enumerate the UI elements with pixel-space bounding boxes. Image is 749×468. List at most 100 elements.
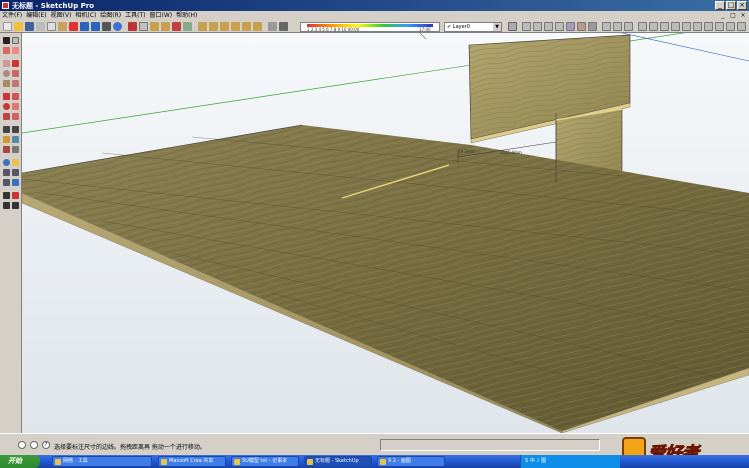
style-monochrome-icon[interactable]: [588, 22, 597, 31]
viewport-3d[interactable]: 19 2mm 2041 4mm: [22, 33, 749, 433]
text-icon[interactable]: [12, 136, 19, 143]
menu-draw[interactable]: 绘图(R): [100, 11, 121, 21]
section-tool-icon[interactable]: [12, 202, 19, 209]
entity-info-icon[interactable]: [704, 22, 713, 31]
doc-minimize-button[interactable]: _: [719, 12, 727, 20]
doc-restore-button[interactable]: □: [729, 12, 737, 20]
walk-icon[interactable]: [3, 202, 10, 209]
menu-window[interactable]: 窗口(W): [150, 11, 173, 21]
menu-edit[interactable]: 编辑(E): [26, 11, 46, 21]
axes-icon[interactable]: [3, 146, 10, 153]
style-hidden-line-icon[interactable]: [555, 22, 564, 31]
doc-close-button[interactable]: ×: [739, 12, 747, 20]
left-view-icon[interactable]: [253, 22, 262, 31]
zoom-extents-tool-icon[interactable]: [3, 179, 10, 186]
menu-help[interactable]: 帮助(H): [176, 11, 197, 21]
taskbar-item-maxsoft[interactable]: Maxsoft Crea 共享: [158, 456, 226, 467]
eraser-icon[interactable]: [12, 47, 19, 54]
tape-measure-icon[interactable]: [3, 126, 10, 133]
line-pencil-icon[interactable]: [12, 60, 19, 67]
pan-hand-icon[interactable]: [12, 159, 19, 166]
move-icon[interactable]: [3, 93, 10, 100]
polygon-icon[interactable]: [3, 80, 10, 87]
geo-location-icon[interactable]: [18, 441, 26, 449]
scenes-icon[interactable]: [671, 22, 680, 31]
style-textured-icon[interactable]: [577, 22, 586, 31]
materials-icon[interactable]: [649, 22, 658, 31]
close-button[interactable]: ×: [737, 1, 747, 10]
menu-view[interactable]: 视图(V): [51, 11, 72, 21]
offset-icon[interactable]: [12, 113, 19, 120]
follow-me-icon[interactable]: [12, 103, 19, 110]
print-icon[interactable]: [102, 22, 111, 31]
make-component-icon[interactable]: [12, 37, 19, 44]
back-view-icon[interactable]: [242, 22, 251, 31]
dimension-label-width[interactable]: 19 2mm: [458, 149, 475, 154]
layer-dropdown[interactable]: ✔ Layer0 ▼: [444, 22, 502, 32]
scale-icon[interactable]: [3, 113, 10, 120]
model-info-icon[interactable]: [113, 22, 122, 31]
section-cut-icon[interactable]: [624, 22, 633, 31]
taskbar-item-notepad[interactable]: SU模型 txt - 记事本: [231, 456, 299, 467]
rectangle-icon[interactable]: [3, 60, 10, 67]
zoom-window-icon[interactable]: [161, 22, 170, 31]
cut-icon[interactable]: [36, 22, 45, 31]
menu-file[interactable]: 文件(F): [2, 11, 22, 21]
dimension-label-length[interactable]: 2041 4mm: [500, 150, 522, 155]
style-backedges-icon[interactable]: [533, 22, 542, 31]
section-plane-icon[interactable]: [602, 22, 611, 31]
pan-icon[interactable]: [139, 22, 148, 31]
outliner-icon[interactable]: [660, 22, 669, 31]
select-arrow-icon[interactable]: [3, 37, 10, 44]
open-folder-icon[interactable]: [14, 22, 23, 31]
taskbar-item-sketchup[interactable]: 无标题 - SketchUp: [304, 456, 372, 467]
system-tray[interactable]: S 中 ♪ 图: [520, 455, 620, 468]
sketchup-app-icon[interactable]: [2, 2, 9, 9]
redo-icon[interactable]: [91, 22, 100, 31]
zoom-extents-icon[interactable]: [172, 22, 181, 31]
menu-tools[interactable]: 工具(T): [125, 11, 145, 21]
push-pull-icon[interactable]: [12, 93, 19, 100]
scene-canvas[interactable]: [22, 33, 749, 433]
match-photo-icon[interactable]: [715, 22, 724, 31]
new-file-icon[interactable]: [3, 22, 12, 31]
rotate-icon[interactable]: [3, 103, 10, 110]
layer-manager-icon[interactable]: [508, 22, 517, 31]
display-section-icon[interactable]: [613, 22, 622, 31]
zoom-window-tool-icon[interactable]: [12, 169, 19, 176]
style-shaded-icon[interactable]: [566, 22, 575, 31]
previous-view-icon[interactable]: [183, 22, 192, 31]
taskbar-item-paint[interactable]: 9 2 - 画图: [377, 456, 445, 467]
fog-icon[interactable]: [682, 22, 691, 31]
soften-edges-icon[interactable]: [693, 22, 702, 31]
copy-icon[interactable]: [47, 22, 56, 31]
taskbar-item-network[interactable]: 网络 · 工具: [52, 456, 152, 467]
freehand-icon[interactable]: [12, 80, 19, 87]
protractor-icon[interactable]: [3, 136, 10, 143]
undo-icon[interactable]: [80, 22, 89, 31]
erase-icon[interactable]: [69, 22, 78, 31]
dimension-icon[interactable]: [12, 126, 19, 133]
orbit-tool-icon[interactable]: [3, 159, 10, 166]
previous-tool-icon[interactable]: [12, 179, 19, 186]
orbit-icon[interactable]: [128, 22, 137, 31]
maximize-button[interactable]: □: [726, 1, 736, 10]
minimize-button[interactable]: _: [715, 1, 725, 10]
component-icon[interactable]: [638, 22, 647, 31]
paste-icon[interactable]: [58, 22, 67, 31]
measurements-box[interactable]: [380, 439, 600, 451]
menu-camera[interactable]: 相机(C): [75, 11, 96, 21]
circle-icon[interactable]: [3, 70, 10, 77]
zoom-icon[interactable]: [150, 22, 159, 31]
help-question-icon[interactable]: ?: [42, 441, 50, 449]
shadow-time-slider[interactable]: 1 2 3 4 5 6 7 8 9 10 00:00 17:00: [300, 22, 440, 32]
right-view-icon[interactable]: [231, 22, 240, 31]
arc-icon[interactable]: [12, 70, 19, 77]
xray-icon[interactable]: [268, 22, 277, 31]
paint-bucket-icon[interactable]: [3, 47, 10, 54]
start-button[interactable]: 开始: [0, 455, 40, 468]
look-around-icon[interactable]: [12, 192, 19, 199]
iso-view-icon[interactable]: [198, 22, 207, 31]
front-view-icon[interactable]: [220, 22, 229, 31]
top-view-icon[interactable]: [209, 22, 218, 31]
